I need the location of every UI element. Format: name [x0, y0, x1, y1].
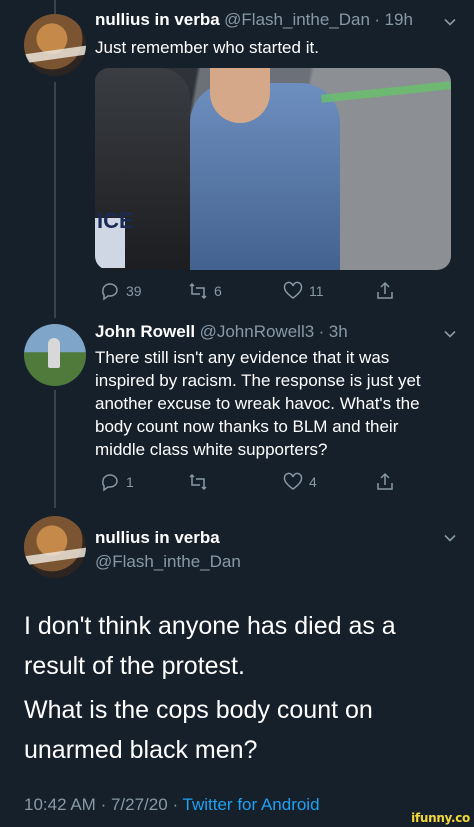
- reply-action[interactable]: 1: [100, 472, 134, 492]
- tweet-time: 10:42 AM: [24, 795, 96, 814]
- separator: ·: [172, 795, 179, 814]
- share-icon: [377, 281, 393, 299]
- heart-icon: [283, 281, 303, 299]
- share-action[interactable]: [375, 281, 395, 301]
- tweet-text-paragraph-1: I don't think anyone has died as a resul…: [24, 612, 396, 680]
- tweet-image[interactable]: ICE: [95, 68, 451, 270]
- user-handle[interactable]: @Flash_inthe_Dan: [95, 552, 241, 572]
- share-action[interactable]: [375, 472, 395, 492]
- display-name[interactable]: nullius in verba: [95, 10, 220, 29]
- tweet-header: nullius in verba @Flash_inthe_Dan · 19h: [95, 10, 413, 30]
- chevron-down-icon[interactable]: [444, 532, 456, 544]
- like-action[interactable]: 11: [283, 281, 324, 301]
- heart-icon: [283, 472, 303, 490]
- separator: ·: [374, 10, 381, 29]
- timestamp[interactable]: 3h: [329, 322, 348, 341]
- thread-line-2: [54, 390, 56, 508]
- separator: ·: [100, 795, 107, 814]
- tweet-header: John Rowell @JohnRowell3 · 3h: [95, 322, 348, 342]
- user-handle[interactable]: @Flash_inthe_Dan: [224, 10, 370, 29]
- reply-count: 1: [126, 474, 134, 490]
- tweet-date: 7/27/20: [110, 795, 168, 814]
- display-name[interactable]: John Rowell: [95, 322, 195, 341]
- timestamp[interactable]: 19h: [385, 10, 413, 29]
- reply-icon: [102, 283, 118, 301]
- tweet-metadata: 10:42 AM · 7/27/20 · Twitter for Android: [24, 795, 320, 815]
- watermark: ifunny.co: [411, 811, 470, 825]
- road-marking: [320, 81, 451, 103]
- reply-count: 39: [126, 283, 142, 299]
- share-icon: [377, 472, 393, 490]
- officer-figure: [190, 83, 340, 270]
- display-name[interactable]: nullius in verba: [95, 528, 220, 548]
- tweet-text-paragraph-2: What is the cops body count on unarmed b…: [24, 696, 373, 764]
- retweet-action[interactable]: 6: [188, 281, 222, 301]
- retweet-icon: [189, 473, 207, 491]
- chevron-down-icon[interactable]: [444, 328, 456, 340]
- user-handle[interactable]: @JohnRowell3: [200, 322, 315, 341]
- tweet-source-link[interactable]: Twitter for Android: [183, 795, 320, 814]
- retweet-count: 6: [214, 283, 222, 299]
- separator: ·: [318, 322, 325, 341]
- chevron-down-icon[interactable]: [444, 16, 456, 28]
- thread-line-top: [54, 0, 56, 14]
- avatar[interactable]: [24, 324, 86, 386]
- tweet-text: There still isn't any evidence that it w…: [95, 348, 421, 459]
- like-count: 4: [309, 474, 317, 490]
- like-count: 11: [309, 283, 324, 299]
- retweet-icon: [189, 282, 207, 300]
- avatar[interactable]: [24, 14, 86, 76]
- retweet-action[interactable]: [188, 472, 214, 492]
- image-text: ICE: [97, 208, 134, 233]
- avatar[interactable]: [24, 516, 86, 578]
- reply-action[interactable]: 39: [100, 281, 142, 301]
- tweet-text: Just remember who started it.: [95, 38, 319, 57]
- reply-icon: [102, 474, 118, 492]
- thread-line-1: [54, 82, 56, 318]
- like-action[interactable]: 4: [283, 472, 317, 492]
